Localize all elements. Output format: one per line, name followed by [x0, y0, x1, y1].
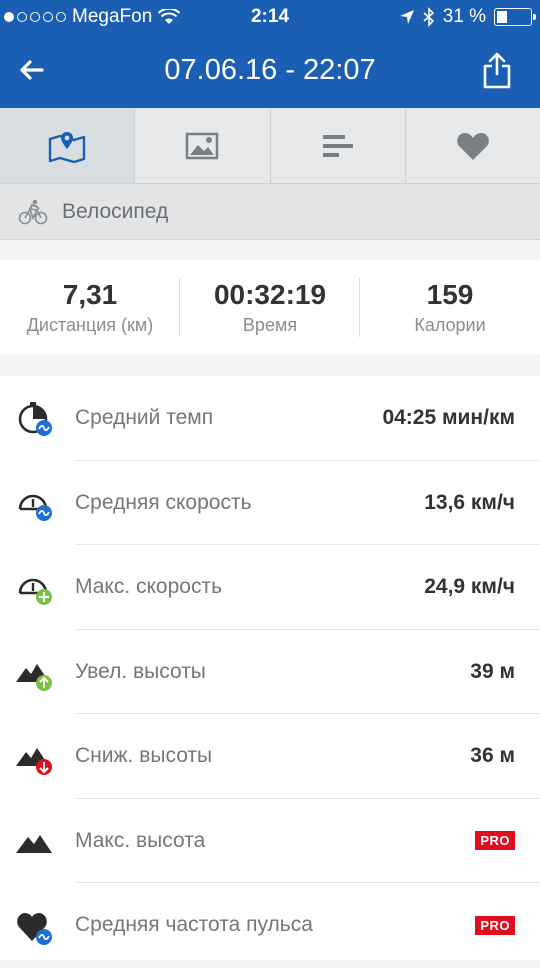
metric-max-speed[interactable]: Макс. скорость 24,9 км/ч	[0, 545, 540, 630]
metrics-list: Средний темп 04:25 мин/км Средняя скорос…	[0, 376, 540, 960]
elevation-gain-icon	[16, 663, 52, 691]
metric-avg-heart-rate[interactable]: Средняя частота пульса PRO	[0, 883, 540, 968]
summary-distance: 7,31 Дистанция (км)	[0, 260, 180, 355]
elevation-max-icon	[16, 834, 52, 853]
battery-percentage: 31 %	[442, 6, 486, 27]
summary-label: Время	[242, 315, 298, 335]
summary-value: 00:32:19	[213, 279, 327, 310]
page-title: 07.06.16 - 22:07	[164, 54, 376, 86]
metric-avg-speed[interactable]: Средняя скорость 13,6 км/ч	[0, 461, 540, 545]
stats-icon	[322, 134, 353, 157]
metric-value: 24,9 км/ч	[424, 575, 515, 599]
summary-panel: 7,31 Дистанция (км) 00:32:19 Время 159 К…	[0, 260, 540, 355]
summary-value: 7,31	[62, 279, 118, 310]
heart-icon	[457, 132, 489, 160]
elevation-loss-icon	[16, 748, 52, 775]
photo-icon	[186, 132, 219, 159]
pace-icon	[18, 402, 52, 436]
tab-map[interactable]	[0, 108, 136, 183]
tab-photos[interactable]	[135, 108, 271, 183]
summary-time: 00:32:19 Время	[180, 260, 360, 355]
bluetooth-icon	[423, 7, 434, 27]
metric-elevation-loss[interactable]: Сниж. высоты 36 м	[0, 714, 540, 799]
summary-label: Калории	[414, 315, 486, 335]
metric-value: 36 м	[470, 744, 515, 768]
summary-label: Дистанция (км)	[26, 315, 154, 335]
metric-label: Средний темп	[75, 406, 214, 430]
metric-value: 13,6 км/ч	[424, 490, 515, 514]
map-icon	[48, 131, 86, 163]
summary-calories: 159 Калории	[360, 260, 540, 355]
nav-bar: 07.06.16 - 22:07	[0, 34, 540, 108]
location-arrow-icon	[399, 10, 414, 24]
metric-label: Макс. скорость	[75, 575, 223, 599]
tab-heart[interactable]	[406, 108, 540, 183]
metric-label: Средняя скорость	[75, 490, 252, 514]
metric-label: Сниж. высоты	[75, 744, 213, 768]
activity-type-label: Велосипед	[62, 199, 169, 223]
metric-elevation-gain[interactable]: Увел. высоты 39 м	[0, 630, 540, 714]
speed-max-icon	[18, 578, 52, 605]
metric-value: 39 м	[470, 659, 515, 683]
status-bar: MegaFon 2:14 31 %	[0, 0, 540, 34]
metric-avg-pace[interactable]: Средний темп 04:25 мин/км	[0, 376, 540, 461]
metric-label: Увел. высоты	[75, 659, 206, 683]
bicycle-icon	[18, 199, 48, 224]
metric-max-elevation[interactable]: Макс. высота PRO	[0, 799, 540, 883]
metric-label: Средняя частота пульса	[75, 913, 313, 937]
pro-badge[interactable]: PRO	[475, 915, 515, 935]
activity-type-row[interactable]: Велосипед	[0, 184, 540, 240]
tab-stats[interactable]	[271, 108, 406, 183]
summary-value: 159	[426, 279, 474, 310]
tab-bar	[0, 108, 540, 184]
pro-badge[interactable]: PRO	[475, 831, 515, 851]
share-icon[interactable]	[482, 50, 512, 90]
metric-value: 04:25 мин/км	[382, 406, 515, 430]
metric-label: Макс. высота	[75, 828, 206, 852]
heart-rate-icon	[17, 913, 52, 945]
speed-avg-icon	[18, 494, 52, 521]
battery-icon	[494, 8, 536, 26]
